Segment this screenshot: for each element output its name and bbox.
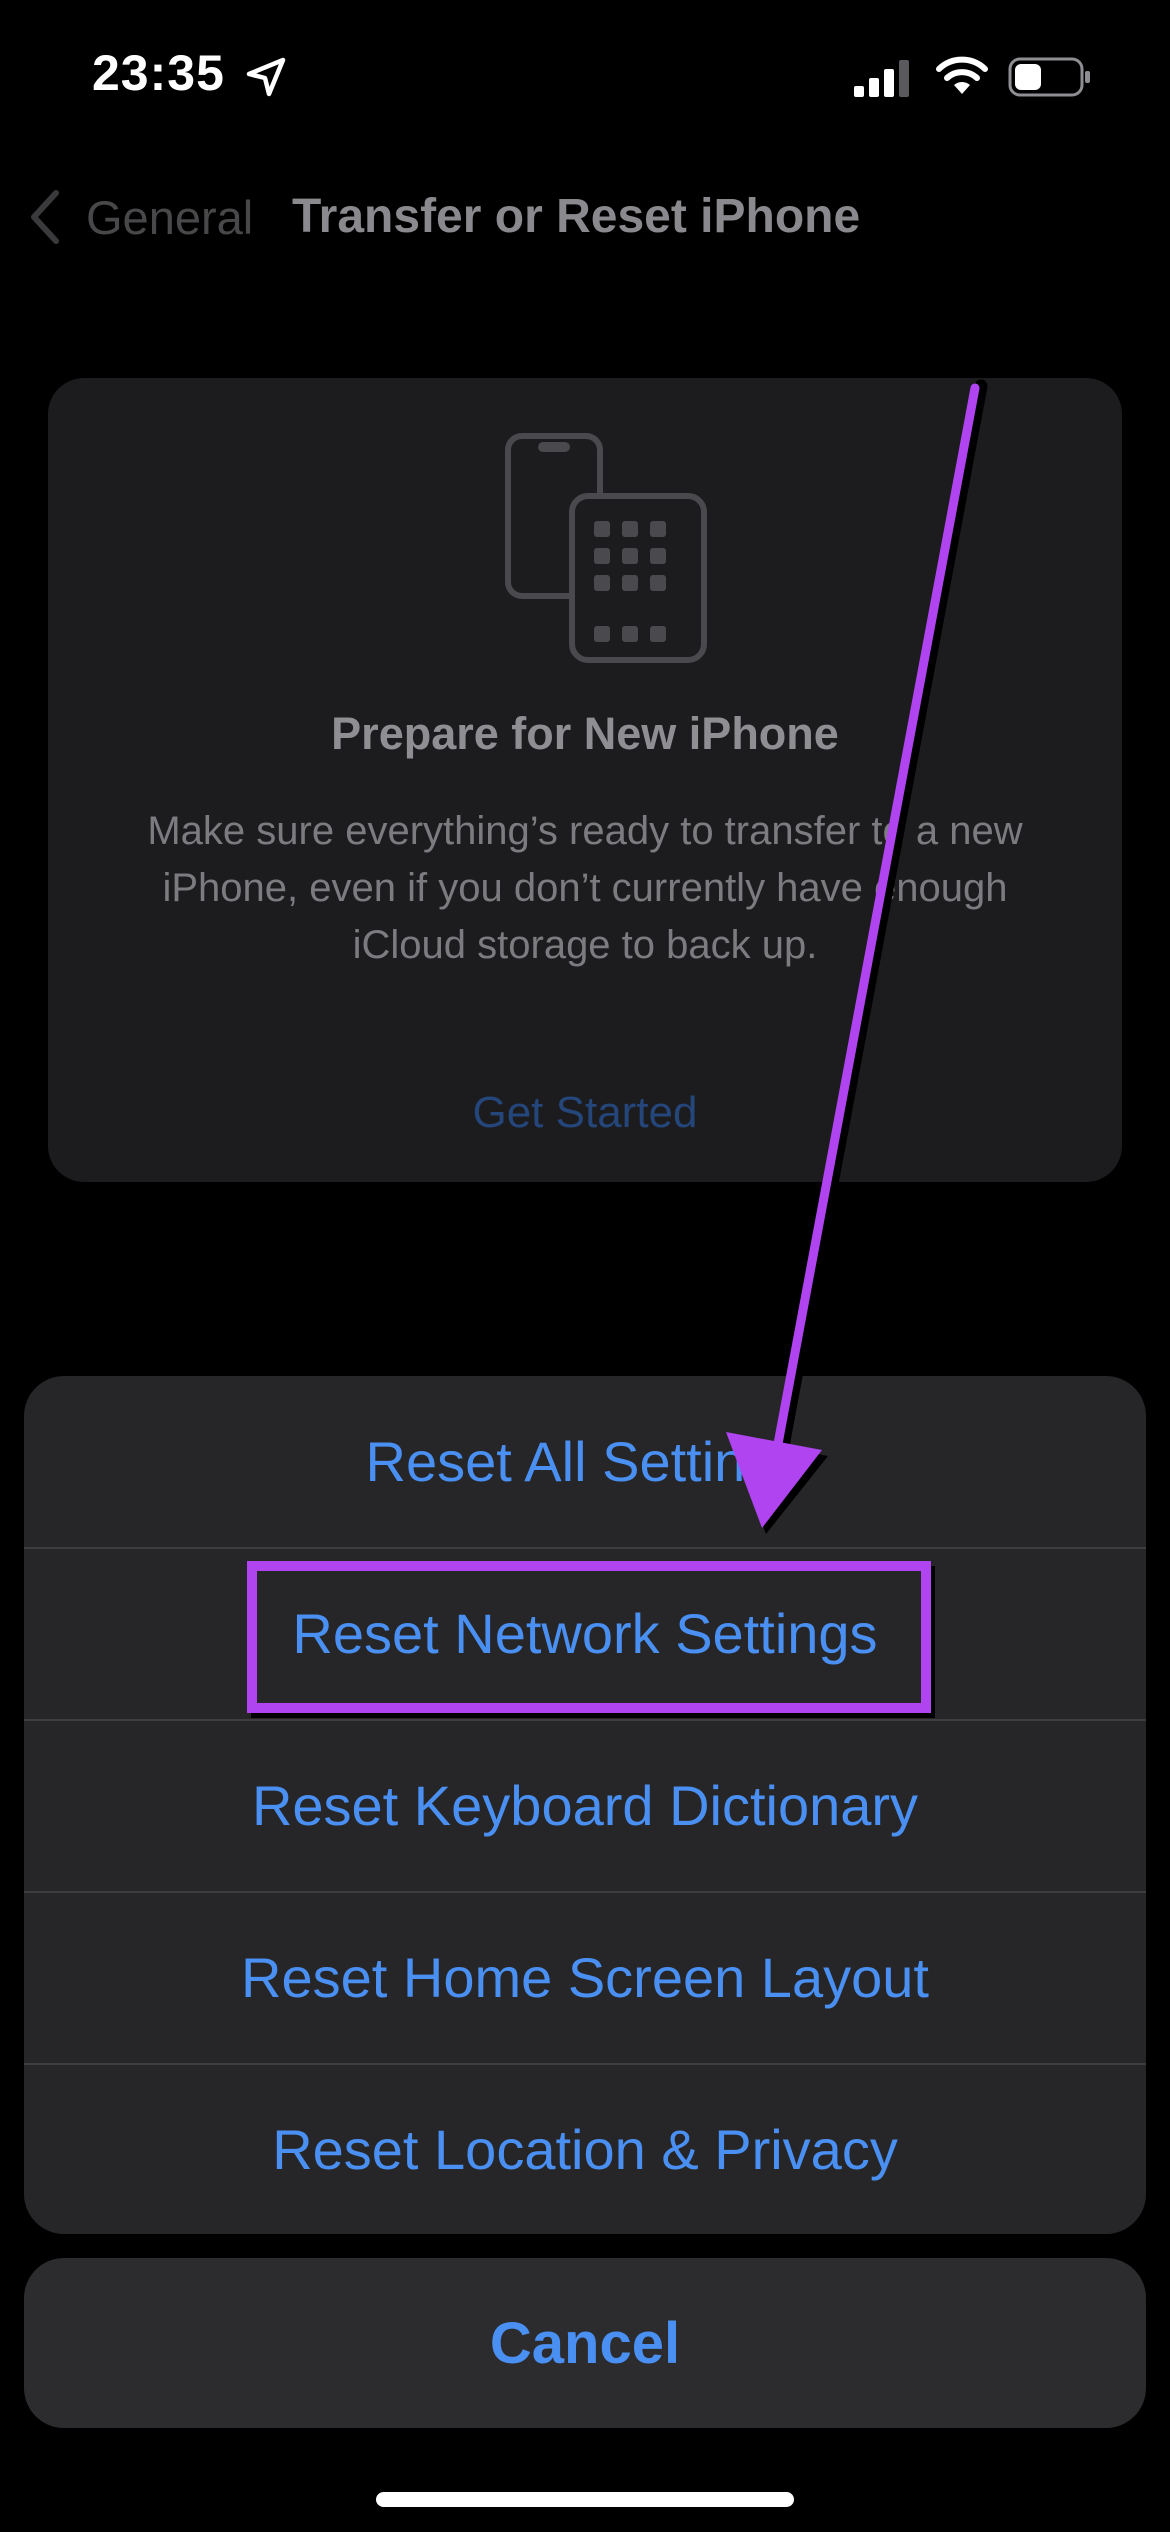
prepare-card: Prepare for New iPhone Make sure everyth…	[48, 378, 1122, 1182]
cellular-signal-icon	[854, 60, 909, 97]
wifi-icon	[936, 56, 988, 94]
cancel-button[interactable]: Cancel	[24, 2258, 1146, 2428]
reset-home-screen-layout-button[interactable]: Reset Home Screen Layout	[24, 1891, 1146, 2062]
reset-action-sheet: Reset All Settings Reset Network Setting…	[24, 1376, 1146, 2234]
location-arrow-icon	[246, 57, 286, 97]
get-started-button[interactable]: Get Started	[48, 1088, 1122, 1138]
card-description: Make sure everything’s ready to transfer…	[147, 809, 1023, 967]
phones-transfer-icon	[505, 433, 707, 663]
back-label: General	[86, 190, 254, 244]
navigation-bar: General Transfer or Reset iPhone	[0, 160, 1170, 260]
reset-location-privacy-button[interactable]: Reset Location & Privacy	[24, 2063, 1146, 2234]
reset-all-settings-button[interactable]: Reset All Settings	[24, 1376, 1146, 1547]
card-title: Prepare for New iPhone	[331, 708, 839, 759]
back-button[interactable]: General	[24, 182, 253, 252]
status-time: 23:35	[92, 45, 225, 101]
page-title: Transfer or Reset iPhone	[292, 190, 861, 243]
chevron-left-icon	[31, 190, 59, 244]
status-bar: 23:35	[0, 0, 1170, 150]
home-indicator	[376, 2492, 794, 2507]
annotation-highlight-box	[247, 1561, 931, 1713]
reset-keyboard-dictionary-button[interactable]: Reset Keyboard Dictionary	[24, 1719, 1146, 1890]
battery-icon	[1008, 57, 1090, 97]
